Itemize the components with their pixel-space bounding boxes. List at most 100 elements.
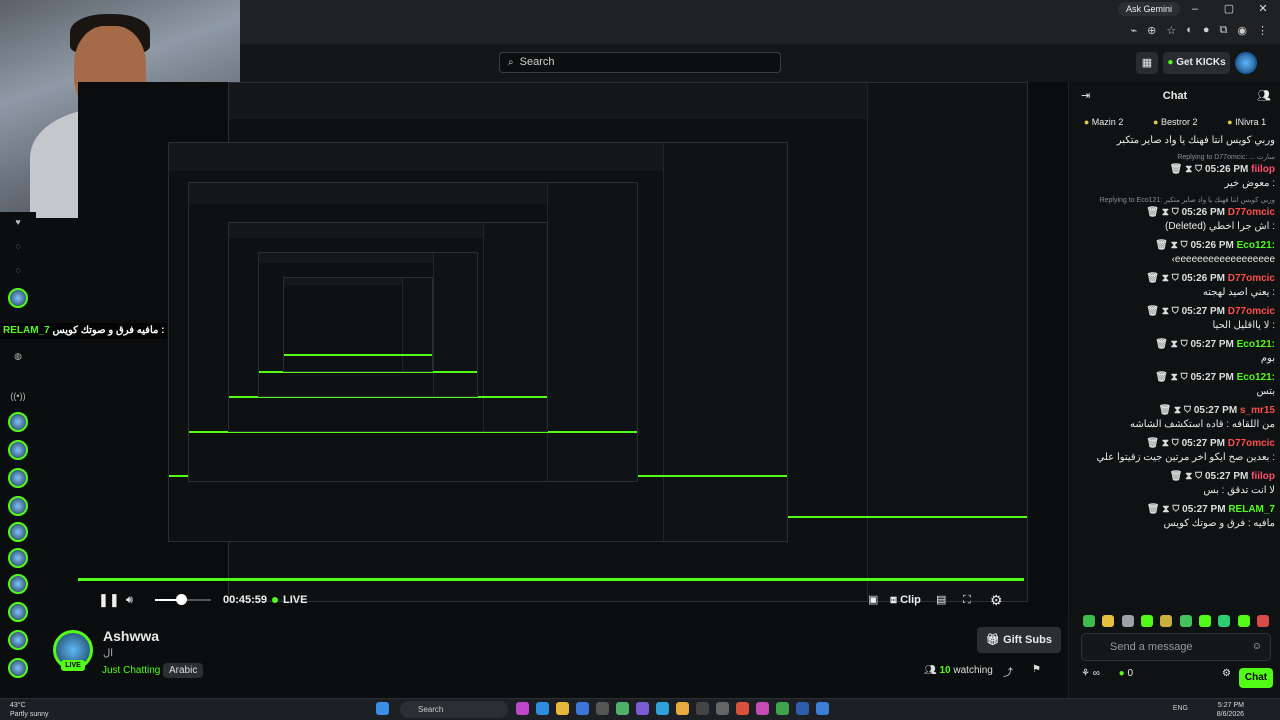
zoom-icon[interactable]: ⊕ [1147, 24, 1156, 37]
gifter-item[interactable]: ● INivra 1 [1227, 112, 1266, 132]
emote-icon[interactable] [1237, 615, 1250, 627]
theater-icon[interactable]: ▣ [868, 586, 878, 614]
weather-widget[interactable]: 43°C Partly sunny [10, 701, 49, 719]
system-tray[interactable]: ENG [1173, 705, 1188, 712]
channel-avatar[interactable] [8, 630, 28, 650]
channel-points-icon[interactable]: ⚘ ∞ [1081, 668, 1100, 679]
channel-avatar[interactable] [8, 412, 28, 432]
layout-icon[interactable]: ▦ [1136, 52, 1158, 74]
emote-icon[interactable] [1179, 615, 1192, 627]
bookmark-star-icon[interactable]: ☆ [1166, 24, 1176, 37]
channel-avatar[interactable] [8, 522, 28, 542]
emoji-picker-icon[interactable]: ☺ [1252, 634, 1262, 660]
taskbar-search[interactable]: Search [400, 701, 508, 718]
edge-icon[interactable] [536, 702, 549, 715]
app-icon[interactable] [516, 702, 529, 715]
category-link[interactable]: Just Chatting [102, 665, 160, 676]
chat-username[interactable]: RELAM_7 [1228, 504, 1275, 515]
emote-icon[interactable] [1160, 615, 1173, 627]
app-icon[interactable] [576, 702, 589, 715]
collapse-chat-icon[interactable]: ⇥ [1081, 82, 1090, 110]
brave-icon[interactable] [736, 702, 749, 715]
emote-icon[interactable] [1198, 615, 1211, 627]
chat-username[interactable]: s_mr15 [1240, 405, 1275, 416]
chrome-icon[interactable] [676, 702, 689, 715]
channel-avatar[interactable] [8, 548, 28, 568]
app-icon[interactable] [776, 702, 789, 715]
emote-icon[interactable] [1121, 615, 1134, 627]
cast-icon[interactable]: ⌁ [1131, 24, 1138, 37]
channel-avatar[interactable] [8, 602, 28, 622]
clip-button[interactable]: ⧈ Clip [890, 586, 921, 614]
volume-icon[interactable]: 🔊︎ [126, 586, 133, 614]
maximize-button[interactable]: ▢ [1212, 0, 1246, 18]
chat-users-icon[interactable]: 👥︎ [1257, 82, 1271, 110]
nav-icon[interactable]: ◌ [8, 236, 28, 256]
folder-icon[interactable] [556, 702, 569, 715]
share-icon[interactable]: ⤴ [1003, 664, 1013, 679]
gifter-item[interactable]: ● Mazin 2 [1084, 112, 1124, 132]
ask-gemini-button[interactable]: Ask Gemini [1117, 2, 1180, 16]
minimize-button[interactable]: – [1178, 0, 1212, 18]
heart-icon[interactable]: ♥ [8, 212, 28, 232]
report-icon[interactable]: ⚑ [1032, 664, 1041, 675]
pause-icon[interactable]: ❚❚ [98, 586, 120, 614]
app-icon[interactable] [716, 702, 729, 715]
channel-avatar[interactable] [8, 574, 28, 594]
miniplayer-icon[interactable]: ▤ [936, 586, 946, 614]
channel-avatar[interactable] [8, 496, 28, 516]
menu-dots-icon[interactable]: ⋮ [1257, 24, 1268, 37]
start-icon[interactable] [376, 702, 389, 715]
app-icon[interactable] [636, 702, 649, 715]
send-chat-button[interactable]: Chat [1239, 668, 1273, 688]
recommended-icon[interactable]: ((•)) [8, 386, 28, 406]
chat-username[interactable]: D77omcic [1228, 306, 1275, 317]
kicks-balance[interactable]: ● 0 [1119, 668, 1133, 679]
gifter-item[interactable]: ● Bestror 2 [1153, 112, 1198, 132]
chat-username[interactable]: fiilop [1251, 164, 1275, 175]
emote-icon[interactable] [1102, 615, 1115, 627]
fullscreen-icon[interactable]: ⛶ [963, 586, 971, 614]
reply-context[interactable]: Replying to Eco121: وربي كويس انتا فهنك … [1079, 196, 1275, 206]
channel-avatar[interactable] [8, 440, 28, 460]
chat-username[interactable]: fiilop [1251, 471, 1275, 482]
chat-username[interactable]: D77omcic [1228, 438, 1275, 449]
emote-icon[interactable] [1083, 615, 1095, 627]
app-icon[interactable] [756, 702, 769, 715]
nav-icon[interactable]: ◌ [8, 260, 28, 280]
user-avatar[interactable] [1235, 52, 1257, 74]
streamer-name[interactable]: Ashwwa [103, 628, 159, 644]
progress-bar[interactable] [78, 578, 1024, 581]
steam-icon[interactable] [796, 702, 809, 715]
settings-gear-icon[interactable]: ⚙ [990, 586, 1003, 614]
language-tag[interactable]: Arabic [163, 663, 204, 678]
close-button[interactable]: ✕ [1246, 0, 1280, 18]
telegram-icon[interactable] [656, 702, 669, 715]
reply-context[interactable]: Replying to D77omcic: ... سارت [1079, 153, 1275, 163]
chat-settings-gear-icon[interactable]: ⚙ [1222, 668, 1231, 679]
get-kicks-button[interactable]: ● Get KICKs [1163, 52, 1230, 74]
app-icon[interactable] [616, 702, 629, 715]
app-icon[interactable] [596, 702, 609, 715]
chat-message-input[interactable]: Send a message ☺ [1081, 633, 1271, 661]
search-input[interactable]: ⌕ Search [499, 52, 781, 73]
app-icon[interactable] [816, 702, 829, 715]
profile-icon[interactable]: ◉ [1237, 24, 1247, 37]
chat-username[interactable]: D77omcic [1228, 207, 1275, 218]
channel-avatar[interactable] [8, 288, 28, 308]
channel-avatar[interactable] [8, 468, 28, 488]
gift-subs-button[interactable]: 🎁︎ Gift Subs [977, 627, 1061, 653]
volume-knob[interactable] [176, 594, 187, 605]
emote-icon[interactable] [1140, 615, 1153, 627]
chat-username[interactable]: Eco121: [1237, 339, 1275, 350]
extension-icon[interactable]: ● [1203, 24, 1210, 37]
puzzle-icon[interactable]: ⧉ [1220, 24, 1228, 37]
extension-icon[interactable]: ◐ [1186, 24, 1193, 37]
app-icon[interactable] [696, 702, 709, 715]
video-player[interactable] [78, 82, 1068, 612]
clock[interactable]: 5:27 PM 8/6/2026 [1217, 701, 1244, 719]
nav-icon[interactable]: ◍ [8, 346, 28, 366]
emote-icon[interactable] [1218, 615, 1231, 627]
chat-username[interactable]: Eco121: [1237, 372, 1275, 383]
channel-avatar[interactable] [8, 658, 28, 678]
